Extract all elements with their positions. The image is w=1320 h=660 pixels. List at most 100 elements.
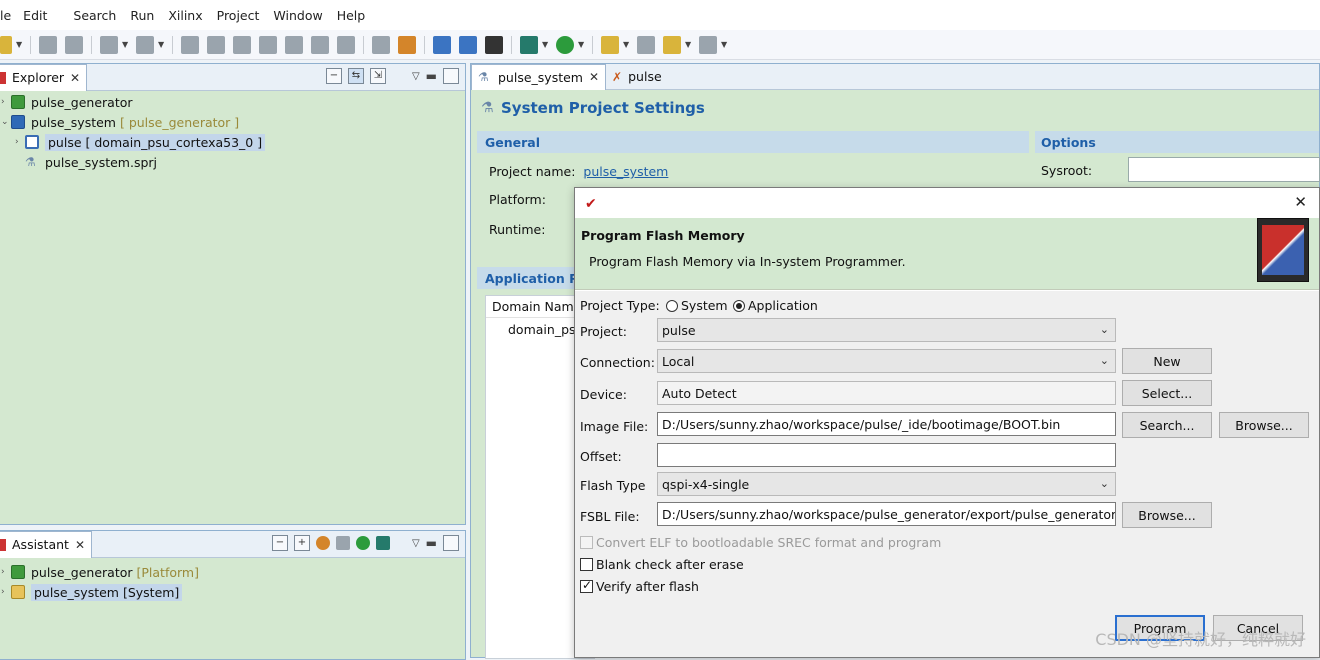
hammer-icon[interactable]: [335, 536, 350, 550]
globe-icon[interactable]: [100, 35, 118, 54]
chevron-down-icon[interactable]: ▼: [685, 36, 693, 54]
chevron-down-icon[interactable]: ▼: [721, 36, 729, 54]
tree-item[interactable]: › pulse_system [System]: [0, 582, 465, 602]
save-icon[interactable]: [39, 35, 57, 54]
close-icon[interactable]: ✕: [70, 71, 80, 85]
verify-checkbox[interactable]: Verify after flash: [580, 578, 699, 594]
checkbox-icon[interactable]: [580, 558, 593, 571]
browse-fsbl-button[interactable]: Browse...: [1122, 502, 1212, 528]
step-into-icon[interactable]: [285, 35, 303, 54]
browse-image-button[interactable]: Browse...: [1219, 412, 1309, 438]
xsct-console-icon[interactable]: [433, 35, 451, 54]
menu-edit[interactable]: Edit: [23, 8, 47, 23]
tab-pulse[interactable]: ✗ pulse: [606, 63, 668, 90]
new-connection-button[interactable]: New: [1122, 348, 1212, 374]
tree-item[interactable]: › pulse_generator [Platform]: [0, 562, 465, 582]
convert-elf-checkbox[interactable]: Convert ELF to bootloadable SREC format …: [580, 535, 941, 550]
collapse-all-icon[interactable]: −: [271, 535, 288, 551]
view-menu-icon[interactable]: ▽: [412, 538, 420, 549]
last-edit-icon[interactable]: [637, 35, 655, 54]
run-icon[interactable]: [556, 35, 574, 54]
step-over-icon[interactable]: [311, 35, 329, 54]
fsbl-input[interactable]: D:/Users/sunny.zhao/workspace/pulse_gene…: [657, 502, 1116, 526]
connect-icon[interactable]: [459, 35, 477, 54]
chevron-down-icon[interactable]: ⌄: [1100, 323, 1109, 336]
new-file-icon[interactable]: [0, 35, 12, 54]
menu-window[interactable]: Window: [273, 8, 322, 23]
chevron-down-icon[interactable]: ⌄: [1, 117, 11, 127]
disconnect-icon[interactable]: [259, 35, 277, 54]
radio-icon[interactable]: [733, 300, 745, 312]
terminate-icon[interactable]: [233, 35, 251, 54]
radio-system[interactable]: System: [666, 298, 728, 313]
chevron-right-icon[interactable]: ›: [15, 137, 25, 147]
tab-assistant[interactable]: Assistant ✕: [0, 530, 93, 558]
suspend-icon[interactable]: [207, 35, 225, 54]
chevron-down-icon[interactable]: ▼: [542, 36, 550, 54]
maximize-icon[interactable]: [443, 535, 459, 551]
resume-icon[interactable]: [181, 35, 199, 54]
list-icon[interactable]: [372, 35, 390, 54]
hammer-icon[interactable]: [136, 35, 154, 54]
menu-run[interactable]: Run: [130, 8, 154, 23]
debug-bug-icon[interactable]: [375, 536, 390, 550]
project-name-link[interactable]: pulse_system: [583, 164, 668, 179]
chevron-right-icon[interactable]: ›: [1, 97, 11, 107]
step-return-icon[interactable]: [337, 35, 355, 54]
minimize-icon[interactable]: ▬: [426, 69, 437, 83]
image-file-input[interactable]: D:/Users/sunny.zhao/workspace/pulse/_ide…: [657, 412, 1116, 436]
blank-check-checkbox[interactable]: Blank check after erase: [580, 557, 744, 572]
select-device-button[interactable]: Select...: [1122, 380, 1212, 406]
settings-gear-icon[interactable]: [315, 536, 330, 550]
flash-type-select[interactable]: qspi-x4-single ⌄: [657, 472, 1116, 496]
chevron-right-icon[interactable]: ›: [1, 587, 11, 597]
tab-pulse-system[interactable]: ⚗ pulse_system ✕: [471, 63, 607, 90]
close-icon[interactable]: ✕: [1294, 193, 1307, 211]
tree-item[interactable]: ⌄ pulse_system [ pulse_generator ]: [0, 112, 465, 132]
radio-icon[interactable]: [666, 300, 678, 312]
close-icon[interactable]: ✕: [75, 538, 85, 552]
menu-file[interactable]: le: [0, 8, 11, 23]
checkbox-icon[interactable]: [580, 536, 593, 549]
run-icon[interactable]: [355, 536, 370, 550]
chevron-down-icon[interactable]: ▼: [623, 36, 631, 54]
chevron-down-icon[interactable]: ▼: [578, 36, 586, 54]
minimize-icon[interactable]: ▬: [426, 536, 437, 550]
sysroot-input[interactable]: [1128, 157, 1320, 182]
device-field[interactable]: Auto Detect: [657, 381, 1116, 405]
debug-bug-icon[interactable]: [520, 35, 538, 54]
offset-input[interactable]: [657, 443, 1116, 467]
tree-item[interactable]: › pulse_generator: [0, 92, 465, 112]
tree-item[interactable]: ⚗ pulse_system.sprj: [0, 152, 465, 172]
view-menu-icon[interactable]: ▽: [412, 71, 420, 82]
program-fpga-icon[interactable]: [398, 35, 416, 54]
terminal-icon[interactable]: [485, 35, 503, 54]
chevron-down-icon[interactable]: ⌄: [1100, 477, 1109, 490]
chevron-down-icon[interactable]: ▼: [122, 36, 130, 54]
chevron-down-icon[interactable]: ▼: [158, 36, 166, 54]
menu-help[interactable]: Help: [337, 8, 366, 23]
checkbox-icon[interactable]: [580, 578, 593, 593]
collapse-all-icon[interactable]: −: [325, 68, 342, 84]
search-image-button[interactable]: Search...: [1122, 412, 1212, 438]
close-icon[interactable]: ✕: [589, 70, 599, 84]
save-all-icon[interactable]: [65, 35, 83, 54]
chevron-right-icon[interactable]: ›: [1, 567, 11, 577]
tab-explorer[interactable]: Explorer ✕: [0, 63, 88, 91]
chevron-down-icon[interactable]: ⌄: [1100, 354, 1109, 367]
expand-all-icon[interactable]: +: [293, 535, 310, 551]
maximize-icon[interactable]: [443, 68, 459, 84]
menu-xilinx[interactable]: Xilinx: [168, 8, 202, 23]
project-select[interactable]: pulse ⌄: [657, 318, 1116, 342]
menu-search[interactable]: Search: [73, 8, 116, 23]
filter-icon[interactable]: ⇲: [369, 68, 386, 84]
radio-application[interactable]: Application: [733, 298, 818, 313]
tree-item[interactable]: › pulse [ domain_psu_cortexa53_0 ]: [0, 132, 465, 152]
connection-select[interactable]: Local ⌄: [657, 349, 1116, 373]
external-tools-icon[interactable]: [601, 35, 619, 54]
menu-project[interactable]: Project: [217, 8, 260, 23]
forward-arrow-icon[interactable]: [699, 35, 717, 54]
back-arrow-icon[interactable]: [663, 35, 681, 54]
chevron-down-icon[interactable]: ▼: [16, 36, 24, 54]
link-editor-icon[interactable]: ⇆: [347, 68, 364, 84]
